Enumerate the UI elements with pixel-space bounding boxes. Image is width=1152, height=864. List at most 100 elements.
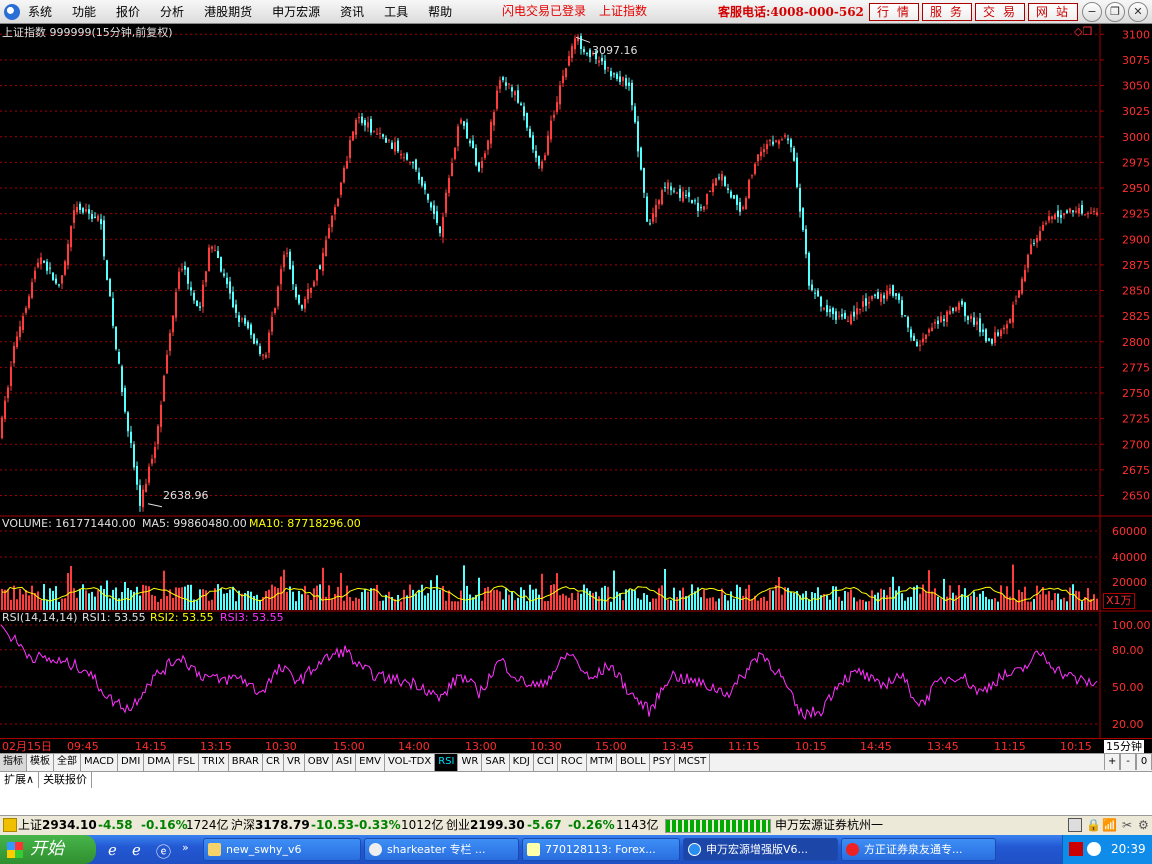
signal-icon[interactable]: 📶 [1102, 816, 1117, 835]
trade-login-notice[interactable]: 闪电交易已登录 [502, 0, 586, 22]
candle-body [202, 284, 204, 307]
menu-4[interactable]: 港股期货 [204, 0, 252, 24]
sh-amount: 1724亿 [186, 818, 229, 832]
minimize-icon[interactable]: − [1082, 2, 1102, 22]
service-button[interactable]: 服务 [922, 3, 972, 21]
tab-trix[interactable]: TRIX [199, 754, 229, 771]
menu-8[interactable]: 帮助 [428, 0, 452, 24]
candle-body [61, 275, 63, 284]
start-button[interactable]: 开始 [0, 835, 96, 864]
candle-body [922, 338, 924, 343]
volume-bar [166, 596, 168, 610]
sz-index[interactable]: 沪深3178.79 [231, 816, 310, 835]
tab-brar[interactable]: BRAR [229, 754, 263, 771]
quicklaunch-more-icon[interactable]: » [182, 841, 189, 854]
volume-bar [145, 585, 147, 610]
volume-bar [94, 596, 96, 610]
tab-dmi[interactable]: DMI [118, 754, 145, 771]
tab-指标[interactable]: 指标 [0, 754, 27, 771]
market-button[interactable]: 行情 [869, 3, 919, 21]
tab-cci[interactable]: CCI [534, 754, 558, 771]
volume-bar [1000, 585, 1002, 610]
tab-mtm[interactable]: MTM [587, 754, 617, 771]
volume-bar [1033, 599, 1035, 610]
browser-icon[interactable]: ⓔ [156, 841, 171, 862]
ma10-line [1, 585, 1095, 603]
candle-body [139, 485, 141, 506]
tab-ctrl-2[interactable]: 0 [1136, 754, 1152, 770]
ie-icon-2[interactable]: ℯ [132, 841, 141, 859]
volume-bar [814, 593, 816, 610]
ie-icon[interactable]: ℯ [108, 841, 117, 859]
tab-rsi[interactable]: RSI [435, 754, 459, 771]
candle-body [1045, 223, 1047, 225]
tab-wr[interactable]: WR [458, 754, 483, 771]
tray-flag-icon[interactable] [1069, 842, 1083, 856]
chart-canvas[interactable]: 3100 3075 3050 3025 3000 2975 2950 2925 2900 2875… [0, 24, 1152, 738]
restore-icon[interactable]: ❐ [1105, 2, 1125, 22]
candle-body [403, 157, 405, 159]
tab-全部[interactable]: 全部 [54, 754, 81, 771]
volume-bar [892, 576, 894, 610]
tray-app-icon[interactable] [1087, 842, 1101, 856]
candle-body [289, 251, 291, 270]
tool-icon[interactable]: ✂ [1122, 816, 1132, 835]
tab-mcst[interactable]: MCST [675, 754, 711, 771]
candle-body [802, 208, 804, 231]
website-button[interactable]: 网站 [1028, 3, 1078, 21]
period-selector[interactable]: 15分钟 [1104, 740, 1144, 753]
tab-ctrl-0[interactable]: + [1104, 754, 1120, 770]
tab-dma[interactable]: DMA [144, 754, 175, 771]
kline-chart[interactable]: 3100 3075 3050 3025 3000 2975 2950 2925 2900 2875… [0, 24, 1152, 738]
cy-index[interactable]: 创业2199.30 [446, 816, 525, 835]
menu-1[interactable]: 功能 [72, 0, 96, 24]
sh-index[interactable]: 上证2934.10 [18, 816, 97, 835]
close-icon[interactable]: ✕ [1128, 2, 1148, 22]
candle-body [904, 315, 906, 317]
tab-asi[interactable]: ASI [333, 754, 357, 771]
tab-vol-tdx[interactable]: VOL-TDX [385, 754, 436, 771]
volume-bar [853, 597, 855, 610]
tab-roc[interactable]: ROC [558, 754, 587, 771]
lock-icon[interactable]: 🔒 [1086, 816, 1101, 835]
tab-emv[interactable]: EMV [356, 754, 385, 771]
menu-5[interactable]: 申万宏源 [272, 0, 320, 24]
volume-bar [346, 585, 348, 610]
time-label: 10:30 [265, 740, 297, 753]
trade-button[interactable]: 交易 [975, 3, 1025, 21]
current-index-link[interactable]: 上证指数 [599, 0, 647, 22]
task-folder[interactable]: new_swhy_v6 [203, 838, 361, 861]
tab-fsl[interactable]: FSL [174, 754, 199, 771]
candle-body [529, 128, 531, 138]
candle-body [1, 417, 3, 439]
tab-cr[interactable]: CR [263, 754, 284, 771]
task-browser-2[interactable]: 770128113: Forex... [522, 838, 680, 861]
time-label: 14:45 [860, 740, 892, 753]
tab-kdj[interactable]: KDJ [510, 754, 534, 771]
ext-tab-1[interactable]: 关联报价 [39, 772, 93, 788]
tab-sar[interactable]: SAR [482, 754, 510, 771]
menu-7[interactable]: 工具 [384, 0, 408, 24]
task-founder[interactable]: 方正证券泉友通专... [841, 838, 996, 861]
cy-pct: -0.26% [568, 818, 615, 832]
tab-obv[interactable]: OBV [305, 754, 333, 771]
tab-vr[interactable]: VR [284, 754, 305, 771]
candle-body [229, 281, 231, 294]
tab-psy[interactable]: PSY [650, 754, 676, 771]
menu-2[interactable]: 报价 [116, 0, 140, 24]
panel-icon[interactable] [1068, 818, 1082, 832]
ext-tab-0[interactable]: 扩展∧ [0, 772, 40, 788]
menu-6[interactable]: 资讯 [340, 0, 364, 24]
candle-body [625, 78, 627, 86]
candle-body [151, 458, 153, 464]
settings-icon[interactable]: ⚙ [1138, 816, 1149, 835]
tab-boll[interactable]: BOLL [617, 754, 650, 771]
tab-模板[interactable]: 模板 [27, 754, 54, 771]
chart-tools-icon[interactable]: ◇❐ [1074, 25, 1092, 39]
tab-macd[interactable]: MACD [81, 754, 118, 771]
menu-3[interactable]: 分析 [160, 0, 184, 24]
task-swhy[interactable]: 申万宏源增强版V6... [683, 838, 838, 861]
tab-ctrl-1[interactable]: - [1120, 754, 1136, 770]
task-browser-1[interactable]: sharkeater 专栏 ... [364, 838, 519, 861]
menu-0[interactable]: 系统 [28, 0, 52, 24]
